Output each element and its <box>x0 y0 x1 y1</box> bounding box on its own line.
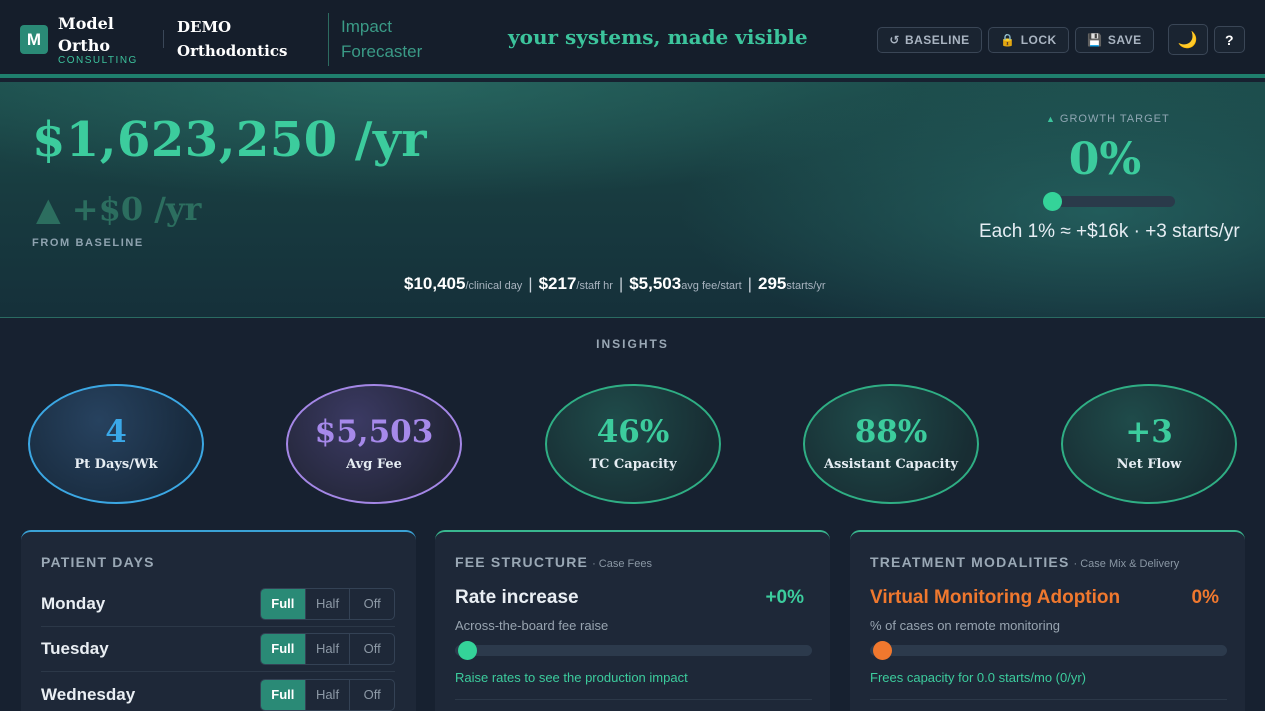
insight-value: +3 <box>1125 414 1173 450</box>
annual-production: $1,623,250 /yr <box>32 112 428 168</box>
kpi-unit: avg fee/start <box>681 280 742 292</box>
growth-note: Each 1% ≈ +$16k · +3 starts/yr <box>979 221 1240 242</box>
day-segmented-control: Full Half Off <box>260 633 395 665</box>
fee-structure-card: FEE STRUCTURE · Case Fees Rate increase +… <box>435 530 830 711</box>
card-title: PATIENT DAYS <box>41 554 155 570</box>
option-off-button[interactable]: Off <box>349 634 394 664</box>
growth-target-slider[interactable] <box>1046 196 1175 207</box>
rate-increase-help: Across-the-board fee raise <box>455 618 609 633</box>
rate-increase-label: Rate increase <box>455 587 579 608</box>
option-off-button[interactable]: Off <box>349 589 394 619</box>
insight-value: $5,503 <box>314 414 434 450</box>
growth-target-value: 0% <box>1068 134 1142 185</box>
day-name: Wednesday <box>41 685 136 704</box>
rate-increase-slider-thumb[interactable] <box>458 641 477 660</box>
tool-name: Impact Forecaster <box>341 17 423 61</box>
card-title: FEE STRUCTURE · Case Fees <box>455 554 652 570</box>
insight-label: TC Capacity <box>589 457 677 472</box>
option-half-button[interactable]: Half <box>304 680 350 710</box>
insight-label: Assistant Capacity <box>823 457 959 472</box>
baseline-button[interactable]: ↺ BASELINE <box>877 27 982 53</box>
practice-name: DEMO Orthodontics <box>177 18 288 60</box>
virtual-monitoring-note: Frees capacity for 0.0 starts/mo (0/yr) <box>870 670 1087 685</box>
virtual-monitoring-label: Virtual Monitoring Adoption <box>870 587 1121 608</box>
option-half-button[interactable]: Half <box>304 589 350 619</box>
insight-value: 46% <box>596 414 670 450</box>
day-name: Tuesday <box>41 639 109 658</box>
insight-label: Net Flow <box>1116 457 1182 472</box>
kpi-unit: starts/yr <box>786 280 826 292</box>
brand-name: Model Ortho <box>58 14 114 55</box>
virtual-monitoring-value: 0% <box>1191 587 1219 608</box>
option-off-button[interactable]: Off <box>349 680 394 710</box>
growth-target-label: ▲ GROWTH TARGET <box>1046 113 1170 125</box>
option-full-button[interactable]: Full <box>261 680 305 710</box>
reset-icon: ↺ <box>889 33 900 47</box>
divider <box>455 699 812 700</box>
triangle-up-icon: ▲ <box>1046 114 1056 124</box>
kpi-unit: /staff hr <box>576 280 613 292</box>
treatment-modalities-card: TREATMENT MODALITIES · Case Mix & Deliver… <box>850 530 1245 711</box>
logo-icon: M <box>20 25 48 54</box>
insight-label: Pt Days/Wk <box>74 457 158 472</box>
save-icon: 💾 <box>1087 33 1103 47</box>
insight-value: 88% <box>854 414 928 450</box>
virtual-monitoring-help: % of cases on remote monitoring <box>870 618 1061 633</box>
option-full-button[interactable]: Full <box>261 589 305 619</box>
from-baseline-label: FROM BASELINE <box>32 237 144 249</box>
production-delta: ▲ +$0 /yr <box>36 190 202 228</box>
virtual-monitoring-slider-thumb[interactable] <box>873 641 892 660</box>
patient-days-card: PATIENT DAYS Monday Full Half Off Tuesda… <box>21 530 416 711</box>
save-button[interactable]: 💾 SAVE <box>1075 27 1154 53</box>
insight-bubble-avg-fee: $5,503 Avg Fee <box>286 384 462 504</box>
option-full-button[interactable]: Full <box>261 634 305 664</box>
day-row-wednesday: Wednesday Full Half Off <box>41 673 395 711</box>
insight-value: 4 <box>105 414 127 450</box>
rate-increase-note: Raise rates to see the production impact <box>455 670 688 685</box>
insight-bubble-assistant-capacity: 88% Assistant Capacity <box>803 384 979 504</box>
day-name: Monday <box>41 594 106 613</box>
card-subtitle: · Case Fees <box>592 558 652 570</box>
lock-icon: 🔒 <box>1000 33 1016 47</box>
header-divider <box>163 30 164 48</box>
help-button[interactable]: ? <box>1214 26 1245 53</box>
rate-increase-value: +0% <box>765 587 804 608</box>
card-title: TREATMENT MODALITIES · Case Mix & Deliver… <box>870 554 1180 570</box>
day-row-tuesday: Tuesday Full Half Off <box>41 627 395 672</box>
baseline-button-label: BASELINE <box>904 33 970 47</box>
insight-bubble-net-flow: +3 Net Flow <box>1061 384 1237 504</box>
header-divider <box>328 13 329 66</box>
insight-bubble-tc-capacity: 46% TC Capacity <box>545 384 721 504</box>
card-subtitle: · Case Mix & Delivery <box>1073 558 1180 570</box>
rate-increase-slider[interactable] <box>455 645 812 656</box>
hero-panel: $1,623,250 /yr ▲ +$0 /yr FROM BASELINE ▲… <box>0 82 1265 318</box>
kpi-value: 295 <box>758 274 787 293</box>
day-row-monday: Monday Full Half Off <box>41 582 395 627</box>
day-segmented-control: Full Half Off <box>260 679 395 711</box>
divider <box>870 699 1227 700</box>
kpi-unit: /clinical day <box>465 280 523 292</box>
save-button-label: SAVE <box>1107 33 1142 47</box>
virtual-monitoring-slider[interactable] <box>870 645 1227 656</box>
insight-bubble-pt-days: 4 Pt Days/Wk <box>28 384 204 504</box>
tagline: your systems, made visible <box>508 25 808 49</box>
kpi-value: $10,405 <box>404 274 466 293</box>
theme-toggle-button[interactable]: 🌙 <box>1168 24 1208 55</box>
lock-button-label: LOCK <box>1020 33 1057 47</box>
insights-title: INSIGHTS <box>596 337 669 351</box>
insight-label: Avg Fee <box>346 457 402 472</box>
option-half-button[interactable]: Half <box>304 634 350 664</box>
kpi-strip: $10,405/clinical day | $217/staff hr | $… <box>404 274 826 293</box>
kpi-value: $217 <box>538 274 577 293</box>
app-header: M Model Ortho CONSULTING DEMO Orthodonti… <box>0 0 1265 78</box>
kpi-value: $5,503 <box>629 274 682 293</box>
day-segmented-control: Full Half Off <box>260 588 395 620</box>
lock-button[interactable]: 🔒 LOCK <box>988 27 1069 53</box>
brand-subtitle: CONSULTING <box>58 55 138 66</box>
growth-target-slider-thumb[interactable] <box>1043 192 1062 211</box>
moon-icon: 🌙 <box>1177 31 1199 49</box>
